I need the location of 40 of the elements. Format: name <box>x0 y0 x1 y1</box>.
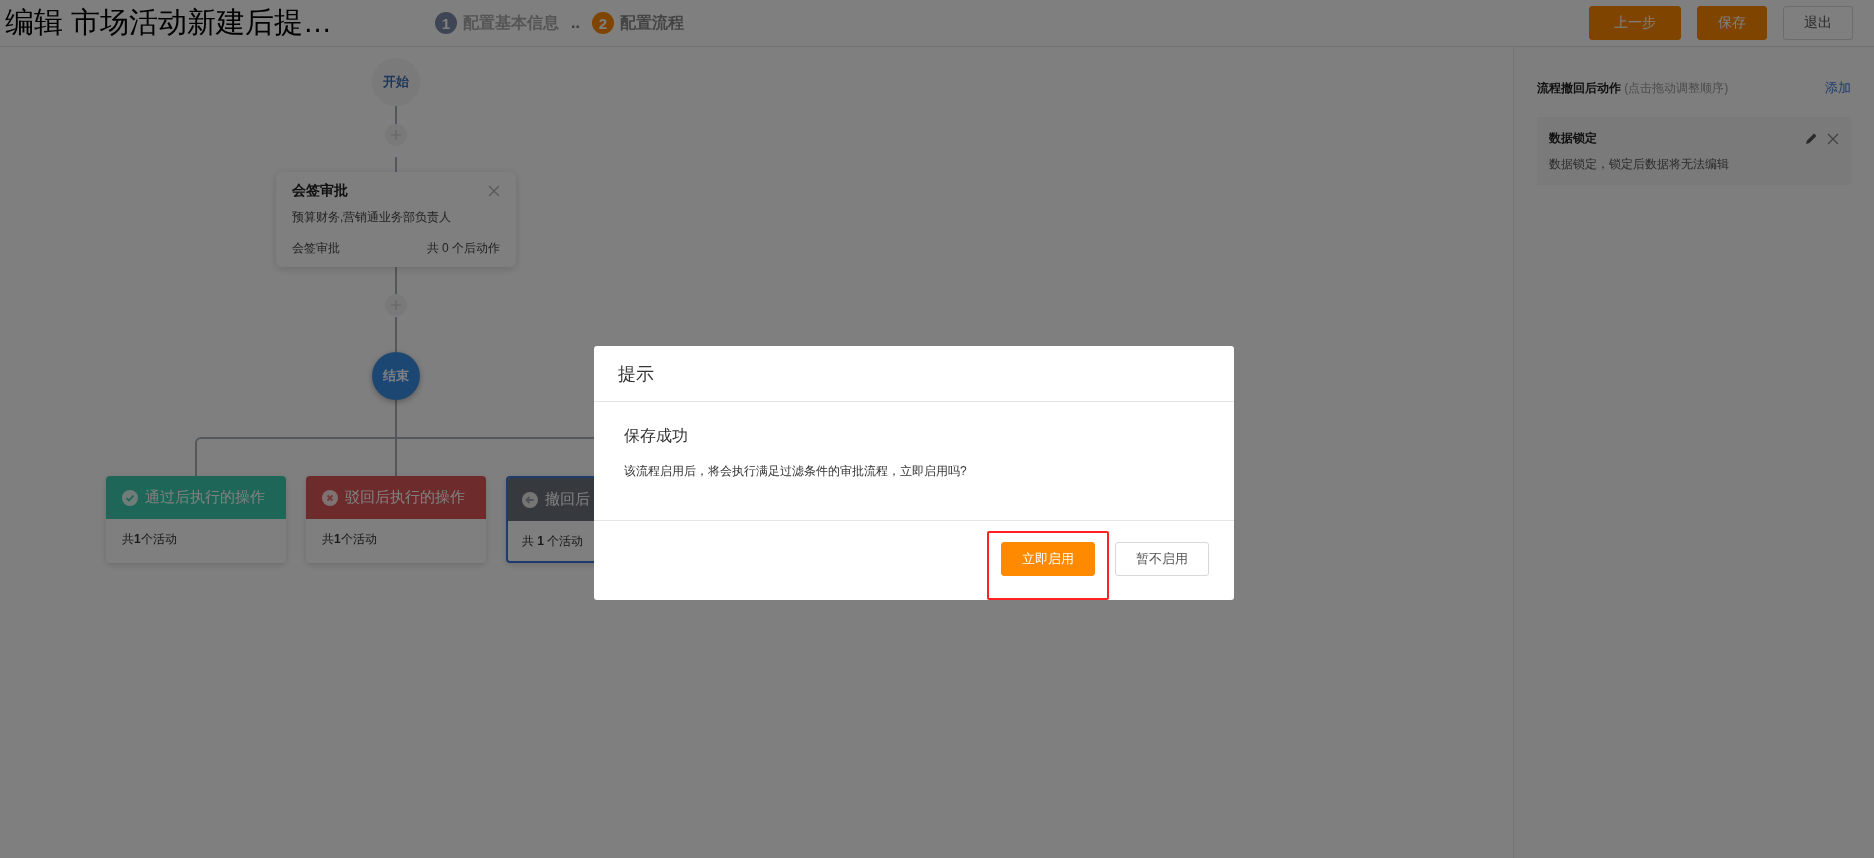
approval-card[interactable]: 会签审批 预算财务,营销通业务部负责人 会签审批 共 0 个后动作 <box>276 172 516 267</box>
activity-count: 共1个活动 <box>321 531 378 548</box>
dialog-heading: 保存成功 <box>624 426 689 447</box>
page-title: 编辑 市场活动新建后提… <box>4 5 334 40</box>
dialog-message: 该流程启用后，将会执行满足过滤条件的审批流程，立即启用吗? <box>624 463 968 481</box>
add-link[interactable]: 添加 <box>1825 79 1851 97</box>
connector-line <box>395 317 397 352</box>
dialog-button[interactable]: 立即启用 <box>1001 542 1095 576</box>
x-circle-icon <box>322 489 338 506</box>
dialog-title: 提示 <box>618 362 654 386</box>
action-card[interactable]: 数据锁定 数据锁定，锁定后数据将无法编辑 <box>1537 117 1851 185</box>
action-count: 共 0 个后动作 <box>426 240 500 257</box>
action-description: 数据锁定，锁定后数据将无法编辑 <box>1549 156 1730 173</box>
check-circle-icon <box>122 489 138 506</box>
dialog-button[interactable]: 暂不启用 <box>1115 542 1209 576</box>
branch-title: 撤回后 <box>545 490 590 509</box>
approvers-text: 预算财务,营销通业务部负责人 <box>292 209 453 226</box>
toolbar-button[interactable]: 保存 <box>1697 6 1767 40</box>
add-icon <box>385 124 407 146</box>
branch-card[interactable]: 通过后执行的操作 共1个活动 <box>106 476 286 563</box>
close-icon <box>488 185 500 197</box>
activity-count: 共1个活动 <box>121 531 178 548</box>
step-label: 配置流程 <box>619 12 684 33</box>
activity-count: 共 1 个活动 <box>521 533 585 550</box>
close-icon <box>1827 132 1839 145</box>
add-icon <box>385 294 407 316</box>
branch-title: 驳回后执行的操作 <box>345 488 465 507</box>
start-node[interactable]: 开始 <box>372 58 420 106</box>
step-number: 2 <box>591 12 614 34</box>
toolbar-button[interactable]: 上一步 <box>1589 6 1681 40</box>
end-node[interactable]: 结束 <box>372 352 420 400</box>
pencil-icon <box>1805 132 1818 145</box>
branch-title: 通过后执行的操作 <box>145 488 265 507</box>
branch-card[interactable]: 驳回后执行的操作 共1个活动 <box>306 476 486 563</box>
action-title: 数据锁定 <box>1549 130 1597 147</box>
card-title: 会签审批 <box>292 182 348 200</box>
approval-type: 会签审批 <box>292 240 340 257</box>
step-separator: .. <box>571 14 580 32</box>
toolbar-button[interactable]: 退出 <box>1783 6 1853 40</box>
step-number: 1 <box>435 12 457 34</box>
